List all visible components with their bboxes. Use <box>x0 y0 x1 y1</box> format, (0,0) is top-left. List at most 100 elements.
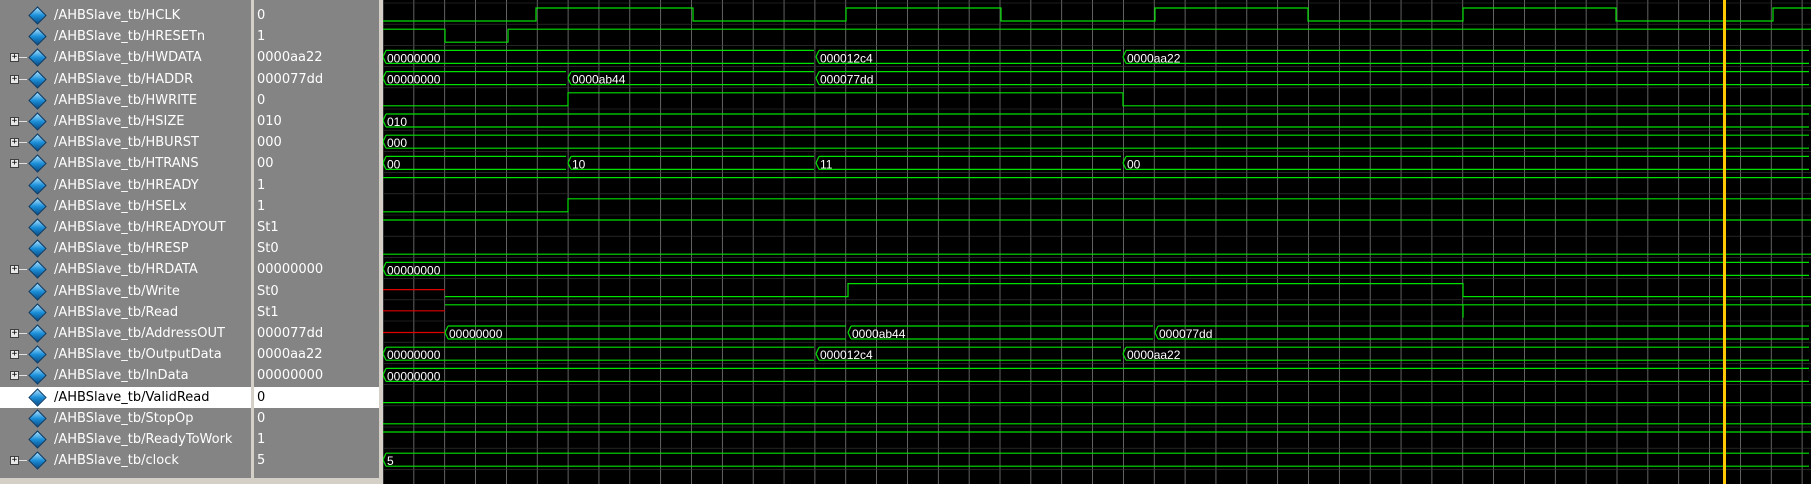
expand-icon[interactable]: + <box>10 371 19 381</box>
signal-value-row[interactable]: 0000aa22 <box>254 47 379 68</box>
signal-value-row[interactable]: 0 <box>254 90 379 111</box>
signal-value-row[interactable]: St1 <box>254 302 379 323</box>
expand-icon[interactable]: + <box>10 74 19 84</box>
bus-waveform <box>383 155 566 170</box>
bus-value-label: 00000000 <box>387 51 441 65</box>
expand-icon[interactable]: + <box>10 329 19 338</box>
digital-waveform <box>383 28 1811 43</box>
signal-value-row[interactable]: 000077dd <box>254 69 379 90</box>
signal-value-row[interactable]: 0000aa22 <box>254 344 379 365</box>
bus-waveform <box>444 325 846 340</box>
signal-value-row[interactable]: St0 <box>254 281 379 302</box>
signal-value: 000 <box>257 135 282 151</box>
bus-value-label: 000012c4 <box>820 348 873 362</box>
digital-waveform <box>445 283 1811 298</box>
signal-name: /AHBSlave_tb/Read <box>54 304 179 320</box>
signal-value-row[interactable]: 00000000 <box>254 365 379 386</box>
bus-value-label: 0000ab44 <box>852 327 906 341</box>
signal-value-row[interactable]: 00 <box>254 153 379 174</box>
signal-name: /AHBSlave_tb/HREADY <box>54 177 199 193</box>
expand-icon[interactable]: + <box>10 138 19 148</box>
signal-row[interactable]: + /AHBSlave_tb/HRDATA <box>0 259 251 280</box>
expand-icon[interactable]: + <box>10 350 19 360</box>
signal-row[interactable]: /AHBSlave_tb/HSELx <box>0 196 251 217</box>
bus-value-label: 00000000 <box>387 369 441 383</box>
bus-value-label: 0000ab44 <box>572 73 626 87</box>
signal-name: /AHBSlave_tb/HBURST <box>54 135 199 151</box>
signal-name: /AHBSlave_tb/HRESETn <box>54 29 206 45</box>
expand-icon[interactable]: + <box>10 53 19 63</box>
horizontal-scrollbar[interactable] <box>254 478 379 484</box>
signal-row[interactable]: + /AHBSlave_tb/HTRANS <box>0 153 251 174</box>
signal-value-row[interactable]: 0 <box>254 408 379 429</box>
signal-row[interactable]: + /AHBSlave_tb/AddressOUT <box>0 323 251 344</box>
signal-value-row[interactable]: 0 <box>254 386 379 408</box>
tree-connector <box>19 121 27 122</box>
signal-value-row[interactable]: 1 <box>254 26 379 47</box>
signal-value: 0000aa22 <box>257 347 323 363</box>
signal-name: /AHBSlave_tb/HADDR <box>54 71 194 87</box>
signal-name: /AHBSlave_tb/OutputData <box>54 347 222 363</box>
signal-row[interactable]: /AHBSlave_tb/StopOp <box>0 408 251 429</box>
signal-diamond-icon <box>28 303 47 322</box>
signal-value-row[interactable]: St0 <box>254 238 379 259</box>
horizontal-scrollbar[interactable] <box>0 478 251 484</box>
signal-value-row[interactable]: 1 <box>254 196 379 217</box>
signal-value-row[interactable]: 5 <box>254 450 379 471</box>
signal-value-pane: 0 1 0000aa22 000077dd 0 010 000 00 1 1 St1 St0 00000… <box>254 0 379 484</box>
signal-row[interactable]: /AHBSlave_tb/HREADYOUT <box>0 217 251 238</box>
signal-value-row[interactable]: St1 <box>254 217 379 238</box>
signal-row[interactable]: + /AHBSlave_tb/HBURST <box>0 132 251 153</box>
signal-value-row[interactable]: 010 <box>254 111 379 132</box>
expand-icon[interactable]: + <box>10 456 19 466</box>
signal-row[interactable]: + /AHBSlave_tb/clock <box>0 450 251 471</box>
signal-diamond-icon <box>28 345 47 364</box>
signal-row[interactable]: /AHBSlave_tb/Write <box>0 281 251 302</box>
signal-value-row[interactable]: 1 <box>254 429 379 450</box>
signal-diamond-icon <box>28 218 47 237</box>
signal-row[interactable]: /AHBSlave_tb/Read <box>0 302 251 323</box>
waveform-canvas[interactable]: 00000000 000012c4 0000aa22 00000000 0000ab44… <box>383 0 1811 484</box>
tree-connector <box>19 333 27 334</box>
signal-name: /AHBSlave_tb/StopOp <box>54 410 194 426</box>
signal-row[interactable]: + /AHBSlave_tb/HSIZE <box>0 111 251 132</box>
tree-connector <box>19 163 27 165</box>
signal-row[interactable]: + /AHBSlave_tb/HWDATA <box>0 47 251 68</box>
bus-waveform <box>383 452 1809 467</box>
signal-value-row[interactable]: 1 <box>254 175 379 196</box>
signal-row[interactable]: /AHBSlave_tb/ReadyToWork <box>0 429 251 450</box>
signal-row[interactable]: /AHBSlave_tb/HRESETn <box>0 26 251 47</box>
signal-name: /AHBSlave_tb/AddressOUT <box>54 326 225 341</box>
signal-row[interactable]: /AHBSlave_tb/HCLK <box>0 5 251 26</box>
expand-icon[interactable]: + <box>10 265 19 275</box>
bus-value-label: 000077dd <box>1159 327 1212 341</box>
bus-waveform <box>383 134 1809 149</box>
signal-diamond-icon <box>28 91 47 110</box>
signal-diamond-icon <box>28 409 47 428</box>
signal-value-row[interactable]: 000077dd <box>254 323 379 344</box>
signal-row[interactable]: + /AHBSlave_tb/HADDR <box>0 69 251 90</box>
waveform-pane[interactable]: 00000000 000012c4 0000aa22 00000000 0000ab44… <box>383 0 1811 484</box>
bus-value-label: 00000000 <box>449 327 503 341</box>
signal-diamond-icon <box>28 154 47 174</box>
signal-row[interactable]: /AHBSlave_tb/HWRITE <box>0 90 251 111</box>
bus-waveform <box>815 71 1809 86</box>
signal-name: /AHBSlave_tb/ReadyToWork <box>54 432 233 447</box>
bus-value-label: 0000aa22 <box>1127 348 1181 362</box>
signal-value-row[interactable]: 0 <box>254 5 379 26</box>
signal-name: /AHBSlave_tb/HREADYOUT <box>54 220 226 235</box>
signal-row[interactable]: + /AHBSlave_tb/InData <box>0 365 251 386</box>
tree-connector <box>19 375 27 377</box>
signal-value-row[interactable]: 00000000 <box>254 259 379 280</box>
expand-icon[interactable]: + <box>10 117 19 126</box>
signal-row[interactable]: /AHBSlave_tb/HREADY <box>0 175 251 196</box>
signal-row[interactable]: /AHBSlave_tb/ValidRead <box>0 386 251 408</box>
signal-row[interactable]: + /AHBSlave_tb/OutputData <box>0 344 251 365</box>
expand-icon[interactable]: + <box>10 159 19 169</box>
signal-diamond-icon <box>28 48 47 68</box>
signal-row[interactable]: /AHBSlave_tb/HRESP <box>0 238 251 259</box>
tree-connector <box>19 57 27 59</box>
bus-value-label: 010 <box>387 115 407 129</box>
signal-name: /AHBSlave_tb/HSIZE <box>54 114 185 129</box>
signal-value-row[interactable]: 000 <box>254 132 379 153</box>
